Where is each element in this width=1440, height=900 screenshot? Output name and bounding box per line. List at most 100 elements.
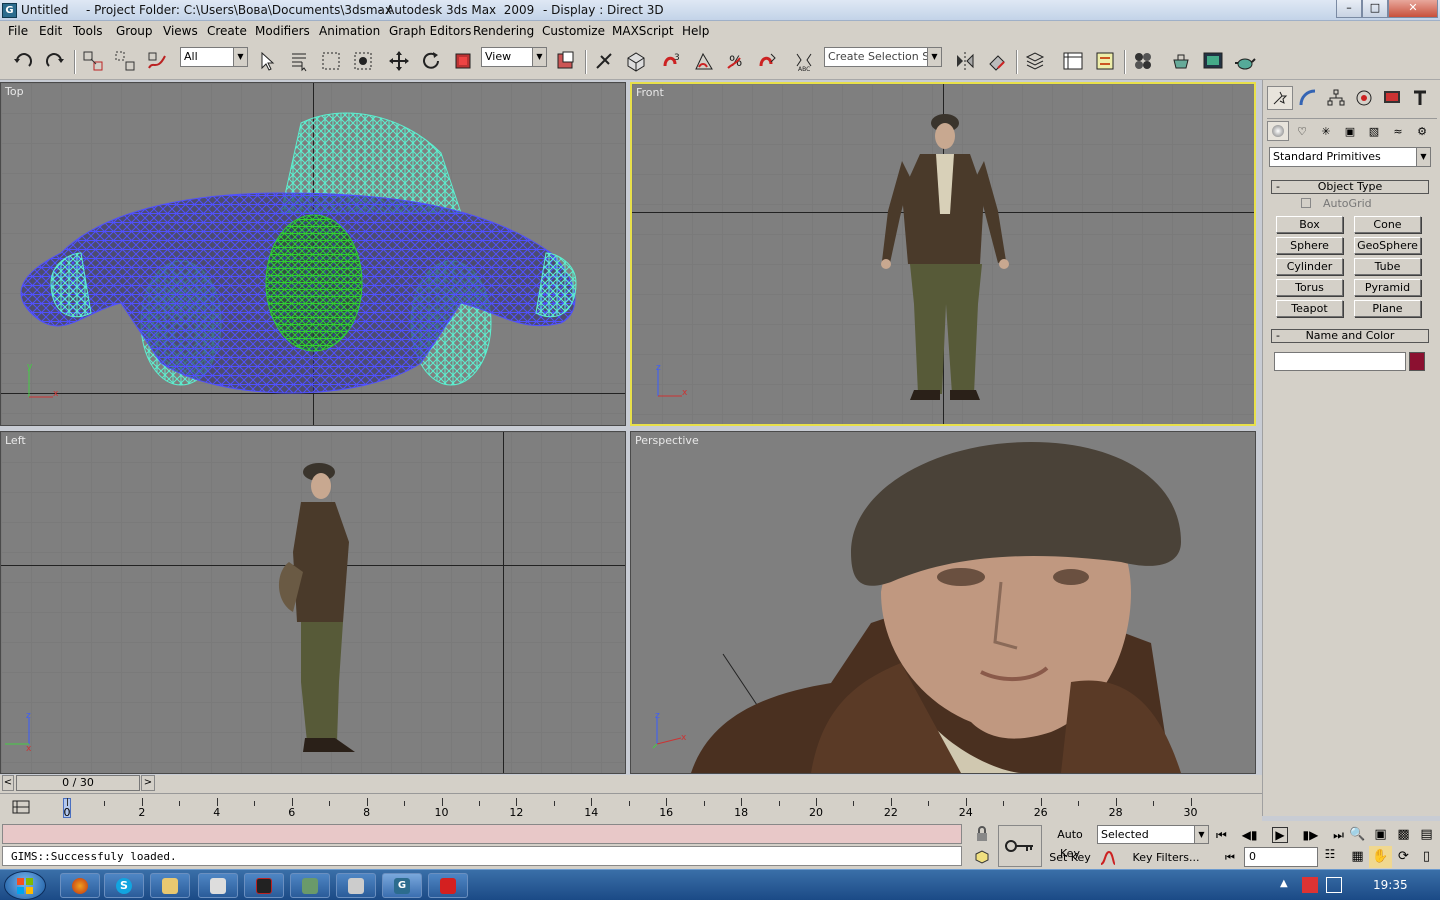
- hierarchy-tab-icon[interactable]: [1323, 86, 1349, 110]
- modify-tab-icon[interactable]: [1295, 86, 1321, 110]
- next-frame-icon[interactable]: ▮▶: [1302, 828, 1318, 842]
- action-center-flag-icon[interactable]: [1302, 877, 1318, 893]
- time-slider-prev-button[interactable]: <: [2, 775, 14, 791]
- pivot-center-icon[interactable]: [553, 48, 579, 74]
- cylinder-button[interactable]: Cylinder: [1276, 258, 1343, 275]
- primitive-category-dropdown[interactable]: Standard Primitives ▼: [1269, 147, 1431, 167]
- red-app-taskbar-icon[interactable]: [428, 873, 468, 898]
- teapot-button[interactable]: Teapot: [1276, 300, 1343, 317]
- region-zoom-icon[interactable]: ▦: [1346, 846, 1369, 868]
- viewport-label[interactable]: Front: [636, 86, 664, 99]
- explorer-taskbar-icon[interactable]: [150, 873, 190, 898]
- menu-edit[interactable]: Edit: [39, 24, 62, 38]
- key-mode-selected-dropdown[interactable]: Selected ▼: [1097, 825, 1209, 844]
- key-filters-button[interactable]: Key Filters...: [1122, 848, 1210, 867]
- app-icon[interactable]: G: [2, 3, 17, 18]
- track-bar[interactable]: 0 2 4 6 8 10 12 14 16 18 20 22 24 26 28 30: [0, 793, 1262, 821]
- sphere-button[interactable]: Sphere: [1276, 237, 1343, 254]
- start-button-windows-icon[interactable]: [4, 871, 46, 900]
- material-editor-icon[interactable]: [1130, 48, 1156, 74]
- display-tab-icon[interactable]: [1379, 86, 1405, 110]
- arc-rotate-icon[interactable]: ⟳: [1392, 846, 1415, 868]
- torus-button[interactable]: Torus: [1276, 279, 1343, 296]
- viewport-perspective[interactable]: Perspective zx: [630, 431, 1256, 774]
- media-app-taskbar-icon[interactable]: [244, 873, 284, 898]
- menu-modifiers[interactable]: Modifiers: [255, 24, 310, 38]
- time-slider-next-button[interactable]: >: [141, 775, 155, 791]
- zoom-extents-all-icon[interactable]: ▤: [1415, 824, 1438, 846]
- quick-render-teapot-icon[interactable]: [1232, 48, 1258, 74]
- menu-create[interactable]: Create: [207, 24, 247, 38]
- render-setup-icon[interactable]: [1168, 48, 1194, 74]
- systems-icon[interactable]: ⚙: [1411, 121, 1433, 141]
- percent-snap-icon[interactable]: %: [723, 48, 749, 74]
- select-object-icon[interactable]: [254, 48, 280, 74]
- unlink-selection-icon[interactable]: [112, 48, 138, 74]
- object-color-swatch[interactable]: [1409, 352, 1425, 371]
- previous-frame-icon[interactable]: ◀▮: [1242, 828, 1258, 842]
- reference-coordinate-dropdown[interactable]: View ▼: [481, 47, 547, 67]
- key-mode-toggle-icon[interactable]: ⏮: [1220, 848, 1240, 867]
- rectangular-selection-icon[interactable]: [318, 48, 344, 74]
- snaps-toggle-icon[interactable]: 3: [659, 48, 685, 74]
- play-icon[interactable]: ▶: [1272, 827, 1288, 843]
- bind-to-space-warp-icon[interactable]: [144, 48, 170, 74]
- scale-icon[interactable]: [450, 48, 476, 74]
- spinner-snap-icon[interactable]: [755, 48, 781, 74]
- motion-tab-icon[interactable]: [1351, 86, 1377, 110]
- viewport-front[interactable]: Front zx: [630, 82, 1256, 426]
- redo-icon[interactable]: [42, 48, 68, 74]
- schematic-view-icon[interactable]: [1092, 48, 1118, 74]
- system-clock[interactable]: 19:35: [1373, 878, 1408, 892]
- menu-help[interactable]: Help: [682, 24, 709, 38]
- move-icon[interactable]: [386, 48, 412, 74]
- zoom-extents-icon[interactable]: ▩: [1392, 824, 1415, 846]
- current-frame-field[interactable]: 0: [1244, 847, 1318, 867]
- menu-customize[interactable]: Customize: [542, 24, 605, 38]
- maxscript-listener-input[interactable]: [2, 824, 962, 844]
- lights-icon[interactable]: ✳: [1315, 121, 1337, 141]
- object-type-rollout-header[interactable]: - Object Type: [1271, 180, 1429, 194]
- minimize-button[interactable]: –: [1336, 0, 1362, 18]
- name-and-color-rollout-header[interactable]: - Name and Color: [1271, 329, 1429, 343]
- space-warps-icon[interactable]: ≈: [1387, 121, 1409, 141]
- viewport-left[interactable]: Left zx: [0, 431, 626, 774]
- maximize-viewport-icon[interactable]: ▯: [1415, 846, 1438, 868]
- select-by-name-icon[interactable]: [286, 48, 312, 74]
- menu-tools[interactable]: Tools: [73, 24, 103, 38]
- time-configuration-icon[interactable]: ☷: [1320, 847, 1340, 867]
- autogrid-checkbox[interactable]: [1301, 198, 1311, 208]
- rendered-frame-window-icon[interactable]: [1200, 48, 1226, 74]
- viewport-label[interactable]: Left: [5, 434, 26, 447]
- menu-file[interactable]: File: [8, 24, 28, 38]
- zoom-icon[interactable]: 🔍: [1346, 824, 1369, 846]
- network-app-taskbar-icon[interactable]: [290, 873, 330, 898]
- rotate-icon[interactable]: [418, 48, 444, 74]
- 3dsmax-taskbar-icon[interactable]: G: [382, 873, 422, 898]
- network-status-icon[interactable]: [1326, 877, 1342, 893]
- geosphere-button[interactable]: GeoSphere: [1354, 237, 1421, 254]
- select-and-link-icon[interactable]: [80, 48, 106, 74]
- menu-maxscript[interactable]: MAXScript: [612, 24, 674, 38]
- helpers-icon[interactable]: ▧: [1363, 121, 1385, 141]
- set-key-button[interactable]: Set Key: [1046, 848, 1094, 867]
- lock-selection-icon[interactable]: [972, 825, 992, 843]
- select-and-manipulate-icon[interactable]: [591, 48, 617, 74]
- edit-named-selections-icon[interactable]: ABC: [791, 48, 817, 74]
- menu-graph-editors[interactable]: Graph Editors: [389, 24, 471, 38]
- maxscript-output-line[interactable]: GIMS::Successfuly loaded.: [2, 846, 962, 866]
- menu-views[interactable]: Views: [163, 24, 198, 38]
- tube-button[interactable]: Tube: [1354, 258, 1421, 275]
- window-crossing-icon[interactable]: [350, 48, 376, 74]
- object-name-field[interactable]: [1274, 352, 1406, 371]
- mini-curve-editor-icon[interactable]: [10, 798, 32, 816]
- default-tangents-icon[interactable]: [1097, 848, 1119, 867]
- mirror-icon[interactable]: [952, 48, 978, 74]
- named-selection-set-dropdown[interactable]: Create Selection Set ▼: [824, 47, 942, 67]
- align-icon[interactable]: [984, 48, 1010, 74]
- cameras-icon[interactable]: ▣: [1339, 121, 1361, 141]
- geometry-icon[interactable]: [1267, 121, 1289, 141]
- go-to-start-icon[interactable]: ⏮: [1216, 828, 1227, 843]
- package-app-taskbar-icon[interactable]: [336, 873, 376, 898]
- selection-filter-dropdown[interactable]: All ▼: [180, 47, 248, 67]
